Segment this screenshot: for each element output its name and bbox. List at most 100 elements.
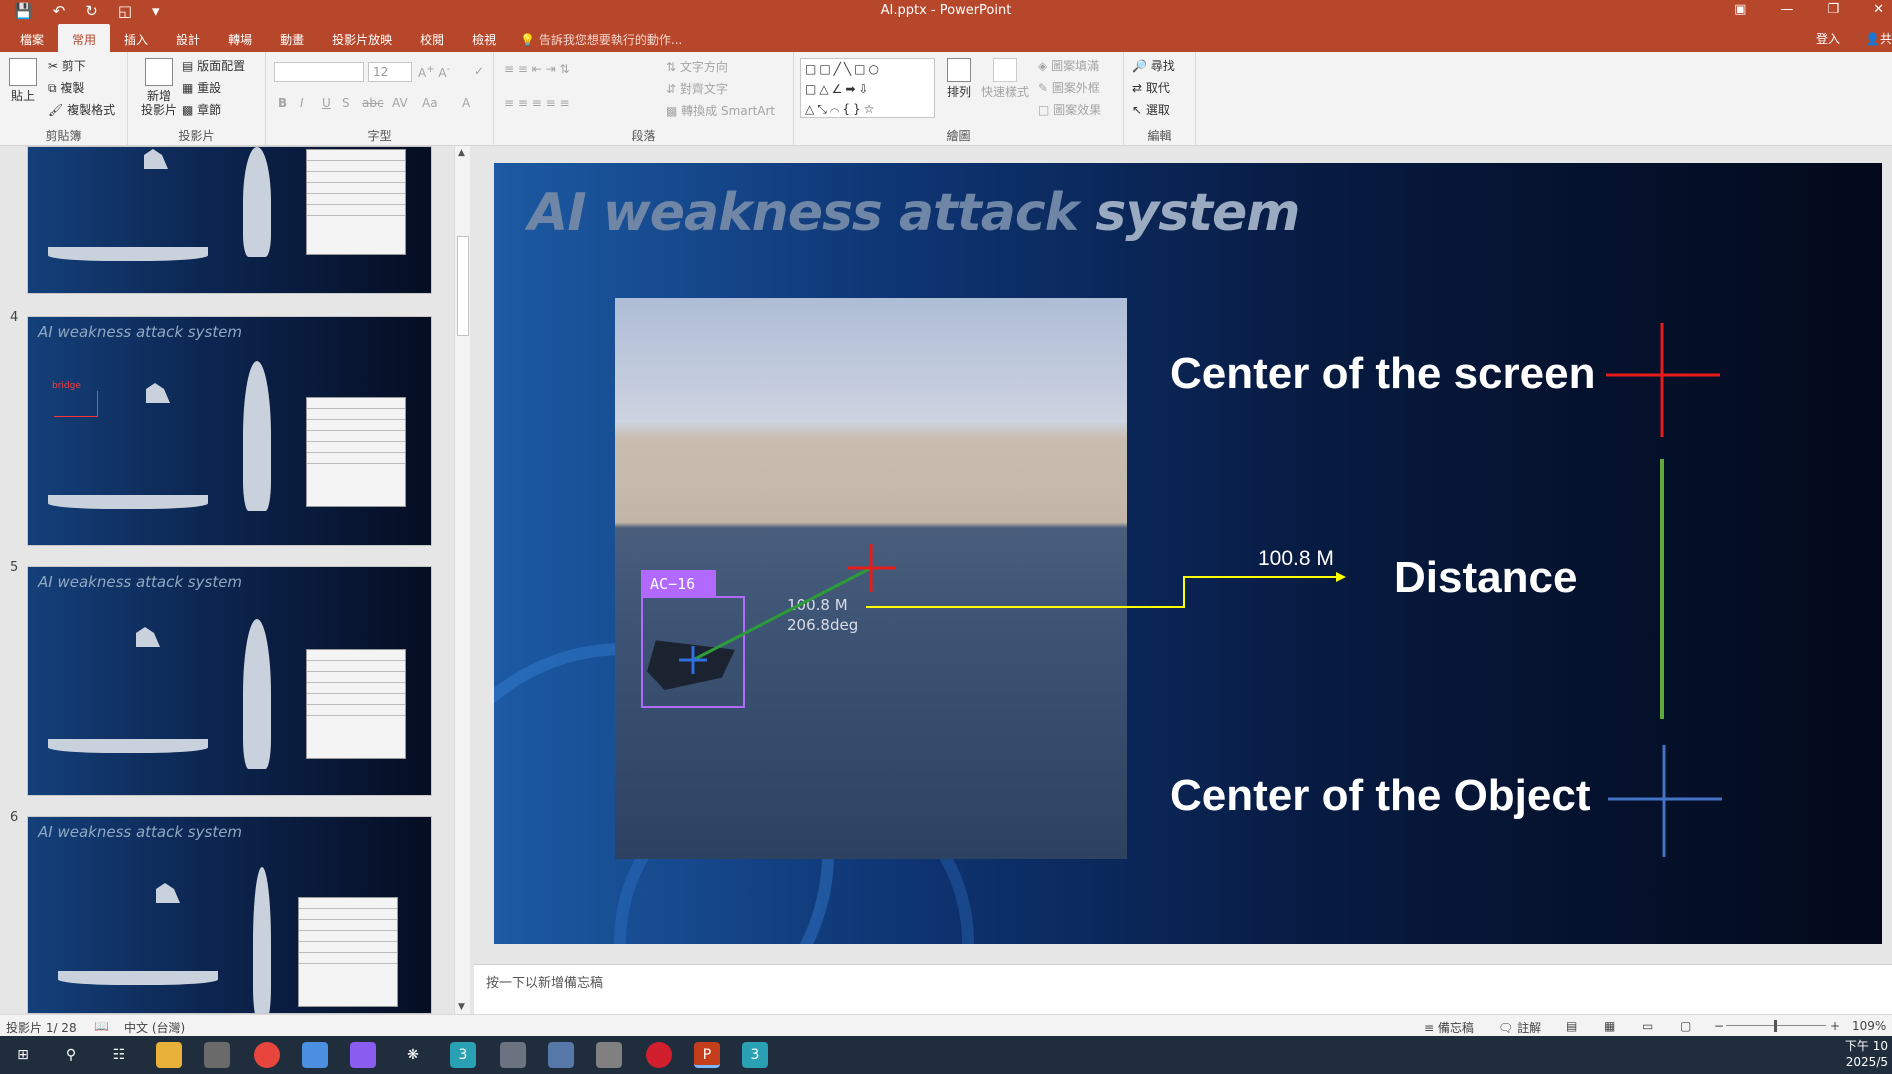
- tab-home[interactable]: 常用: [58, 24, 111, 52]
- tab-slideshow[interactable]: 投影片放映: [318, 24, 406, 52]
- app-icon[interactable]: [548, 1042, 574, 1068]
- find-button[interactable]: 🔎 尋找: [1132, 57, 1175, 74]
- bullets-icon[interactable]: ≡ ≡ ⇤ ⇥ ⇅: [504, 62, 570, 76]
- new-slide-button[interactable]: 新增 投影片: [136, 58, 182, 117]
- zoom-in-icon[interactable]: +: [1830, 1019, 1840, 1033]
- copilot-icon[interactable]: [350, 1042, 376, 1068]
- legend-center-object[interactable]: Center of the Object: [1170, 771, 1591, 821]
- layout-icon: ▤: [182, 59, 194, 73]
- font-color-button[interactable]: A: [462, 96, 470, 110]
- tab-file[interactable]: 檔案: [6, 24, 58, 52]
- quick-styles-button[interactable]: 快速樣式: [980, 58, 1030, 99]
- paste-label: 貼上: [10, 89, 35, 103]
- smartart-button[interactable]: ▩ 轉換成 SmartArt: [666, 102, 775, 119]
- notes-pane[interactable]: 按一下以新增備忘稿: [474, 964, 1892, 1014]
- tab-insert[interactable]: 插入: [110, 24, 162, 52]
- change-case-button[interactable]: Aa: [422, 96, 438, 110]
- paste-button[interactable]: 貼上: [6, 58, 40, 103]
- spec-table: [306, 397, 406, 507]
- reading-view-icon[interactable]: ▭: [1642, 1019, 1653, 1033]
- arrange-button[interactable]: 排列: [944, 58, 974, 99]
- tab-review[interactable]: 校閱: [406, 24, 458, 52]
- clear-format-icon[interactable]: ✓: [474, 64, 484, 78]
- tab-animations[interactable]: 動畫: [266, 24, 318, 52]
- shadow-button[interactable]: S: [342, 96, 350, 110]
- align-text-button[interactable]: ⇵ 對齊文字: [666, 80, 728, 97]
- chrome-icon[interactable]: [254, 1042, 280, 1068]
- current-slide[interactable]: AI weakness attack system AC−16 100.8 M2…: [494, 163, 1882, 944]
- slide-thumbnail-6[interactable]: AI weakness attack system: [27, 816, 432, 1014]
- app-icon[interactable]: [646, 1042, 672, 1068]
- tell-me-box[interactable]: 💡 告訴我您想要執行的動作...: [520, 24, 682, 52]
- bold-button[interactable]: B: [278, 96, 287, 110]
- search-icon[interactable]: ⚲: [58, 1042, 84, 1068]
- slideshow-view-icon[interactable]: ▢: [1680, 1019, 1691, 1033]
- layout-button[interactable]: ▤ 版面配置: [182, 57, 245, 74]
- system-clock[interactable]: 下午 10 2025/5: [1842, 1038, 1892, 1070]
- strikethrough-button[interactable]: abc: [362, 96, 384, 110]
- app-icon[interactable]: [596, 1042, 622, 1068]
- slide-thumbnail-3[interactable]: [27, 146, 432, 294]
- slide-thumbnail-5[interactable]: AI weakness attack system: [27, 566, 432, 796]
- zoom-out-icon[interactable]: −: [1714, 1019, 1724, 1033]
- comments-toggle[interactable]: 🗨 註解: [1498, 1019, 1541, 1036]
- font-name-input[interactable]: [274, 62, 364, 82]
- language-indicator[interactable]: 中文 (台灣): [124, 1019, 185, 1036]
- italic-button[interactable]: I: [300, 96, 304, 110]
- text-direction-button[interactable]: ⇅ 文字方向: [666, 58, 728, 75]
- scroll-down-icon[interactable]: ▼: [458, 1002, 465, 1012]
- notes-toggle[interactable]: ≡ 備忘稿: [1424, 1019, 1474, 1036]
- restore-icon[interactable]: ❐: [1827, 2, 1839, 17]
- format-painter-button[interactable]: 🖌 複製格式: [48, 101, 115, 118]
- windows-start-icon[interactable]: ⊞: [10, 1042, 36, 1068]
- reset-button[interactable]: ▦ 重設: [182, 79, 221, 96]
- shape-outline-button[interactable]: ✎ 圖案外框: [1038, 79, 1100, 96]
- legend-center-screen[interactable]: Center of the screen: [1170, 349, 1595, 399]
- normal-view-icon[interactable]: ▤: [1566, 1019, 1577, 1033]
- shape-fill-button[interactable]: ◈ 圖案填滿: [1038, 57, 1099, 74]
- scroll-up-icon[interactable]: ▲: [458, 148, 465, 158]
- file-explorer-icon[interactable]: [156, 1042, 182, 1068]
- section-button[interactable]: ▩ 章節: [182, 101, 221, 118]
- powerpoint-icon[interactable]: P: [694, 1042, 720, 1068]
- login-link[interactable]: 登入: [1816, 30, 1840, 47]
- select-button[interactable]: ↖ 選取: [1132, 101, 1170, 118]
- 3dsmax-icon[interactable]: 3: [450, 1042, 476, 1068]
- cut-button[interactable]: ✂ 剪下: [48, 57, 86, 74]
- distance-value[interactable]: 100.8 M: [1258, 547, 1334, 571]
- spellcheck-icon[interactable]: 📖: [94, 1019, 109, 1033]
- replace-button[interactable]: ⇄ 取代: [1132, 79, 1170, 96]
- slide-thumbnail-pane: 4 AI weakness attack system bridge 5 AI …: [0, 146, 474, 1014]
- spacing-button[interactable]: AV: [392, 96, 408, 110]
- tab-design[interactable]: 設計: [162, 24, 214, 52]
- shape-effects-button[interactable]: □ 圖案效果: [1038, 101, 1101, 118]
- legend-distance[interactable]: Distance: [1394, 553, 1577, 603]
- thumbnail-scrollbar[interactable]: ▲ ▼: [454, 146, 470, 1014]
- font-size-input[interactable]: 12: [368, 62, 412, 82]
- grow-font-icon[interactable]: A+ A-: [418, 64, 450, 80]
- scrollbar-thumb[interactable]: [457, 236, 469, 336]
- tab-transitions[interactable]: 轉場: [214, 24, 266, 52]
- new-slide-label: 新增 投影片: [140, 89, 177, 117]
- shapes-gallery[interactable]: □□╱╲□○ □△∠➡⇩ △⤡⌒{}☆: [800, 58, 935, 118]
- chatgpt-icon[interactable]: ❋: [400, 1042, 426, 1068]
- ribbon-display-icon[interactable]: ▣: [1734, 2, 1746, 17]
- tab-view[interactable]: 檢視: [458, 24, 510, 52]
- zoom-slider-thumb[interactable]: [1774, 1020, 1777, 1032]
- calculator-icon[interactable]: [500, 1042, 526, 1068]
- slide-thumbnail-4[interactable]: AI weakness attack system bridge: [27, 316, 432, 546]
- copy-button[interactable]: ⧉ 複製: [48, 79, 84, 96]
- sea-detection-image[interactable]: AC−16 100.8 M 206.8deg: [615, 298, 1127, 859]
- app-icon[interactable]: [204, 1042, 230, 1068]
- underline-button[interactable]: U: [322, 96, 331, 110]
- 3dsmax-icon[interactable]: 3: [742, 1042, 768, 1068]
- share-button[interactable]: 👤共用: [1865, 30, 1892, 47]
- minimize-icon[interactable]: —: [1780, 2, 1793, 17]
- zoom-level[interactable]: 109%: [1852, 1019, 1886, 1033]
- close-icon[interactable]: ✕: [1873, 2, 1884, 17]
- app-icon[interactable]: [302, 1042, 328, 1068]
- task-view-icon[interactable]: ☷: [106, 1042, 132, 1068]
- sorter-view-icon[interactable]: ▦: [1604, 1019, 1615, 1033]
- slide-title[interactable]: AI weakness attack system: [528, 183, 1300, 243]
- align-icons[interactable]: ≡ ≡ ≡ ≡ ≡: [504, 96, 570, 110]
